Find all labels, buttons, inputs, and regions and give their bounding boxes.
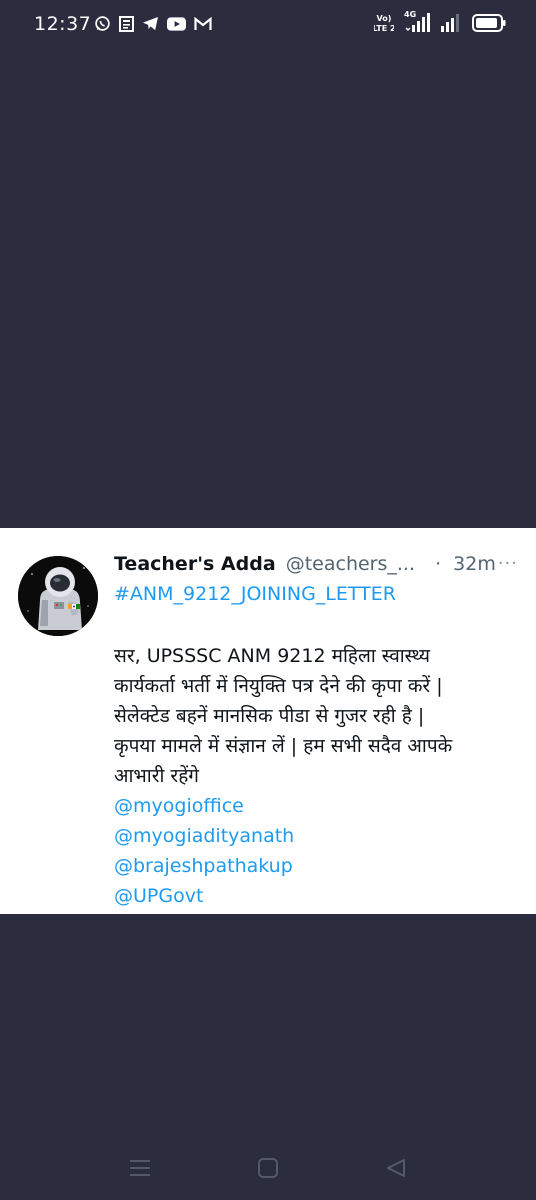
separator-dot: ·	[435, 553, 442, 575]
hashtag-link[interactable]: #ANM_9212_JOINING_LETTER	[114, 583, 396, 605]
volte-icon: Vo) LTE 2	[374, 14, 394, 33]
svg-text:Vo): Vo)	[377, 14, 392, 23]
notification-icons	[94, 15, 212, 32]
signal-4g: 4G	[404, 10, 430, 34]
svg-text:LTE 2: LTE 2	[374, 24, 394, 33]
mention-link[interactable]: @brajeshpathakup	[114, 851, 524, 881]
signal-strength-icon	[405, 13, 430, 32]
news-icon	[119, 15, 134, 32]
recents-menu-icon[interactable]	[129, 1158, 151, 1178]
tweet-card[interactable]: Teacher's Adda @teachers_... · 32m ··· #…	[0, 528, 536, 914]
tweet-text-line: सेलेक्टेड बहनें मानसिक पीडा से गुजर रही …	[114, 705, 425, 727]
astronaut-avatar-image	[18, 556, 98, 636]
back-icon[interactable]	[385, 1157, 407, 1179]
signal-strength-icon-sim2	[441, 14, 459, 32]
tweet-text: सर, UPSSSC ANM 9212 महिला स्वास्थ्य कार्…	[114, 641, 524, 911]
battery-icon	[472, 14, 506, 32]
mention-link[interactable]: @UPGovt	[114, 881, 524, 911]
gmail-icon	[194, 16, 212, 30]
tweet-text-line: कृपया मामले में संज्ञान लें | हम सभी सदै…	[114, 735, 453, 757]
status-bar: 12:37 Vo) LTE 2 4G	[0, 0, 536, 50]
mention-link[interactable]: @myogioffice	[114, 791, 524, 821]
system-navigation-bar	[0, 1140, 536, 1200]
whatsapp-icon	[95, 16, 110, 31]
tweet-text-line: आभारी रहेंगे	[114, 765, 199, 787]
user-handle[interactable]: @teachers_...	[286, 553, 415, 575]
tweet-timestamp[interactable]: 32m	[453, 553, 496, 575]
avatar[interactable]	[18, 556, 98, 636]
youtube-icon	[167, 16, 186, 31]
status-time: 12:37	[34, 13, 92, 35]
home-icon[interactable]	[257, 1157, 279, 1179]
tweet-text-line: कार्यकर्ता भर्ती में नियुक्ति पत्र देने …	[114, 675, 443, 697]
tweet-header: Teacher's Adda @teachers_... · 32m ···	[114, 553, 518, 581]
more-options-button[interactable]: ···	[498, 553, 518, 574]
mention-link[interactable]: @myogiadityanath	[114, 821, 524, 851]
display-name[interactable]: Teacher's Adda	[114, 553, 276, 575]
tweet-text-line: सर, UPSSSC ANM 9212 महिला स्वास्थ्य	[114, 645, 431, 667]
system-icons: Vo) LTE 2 4G	[374, 10, 506, 34]
telegram-icon	[143, 16, 158, 31]
